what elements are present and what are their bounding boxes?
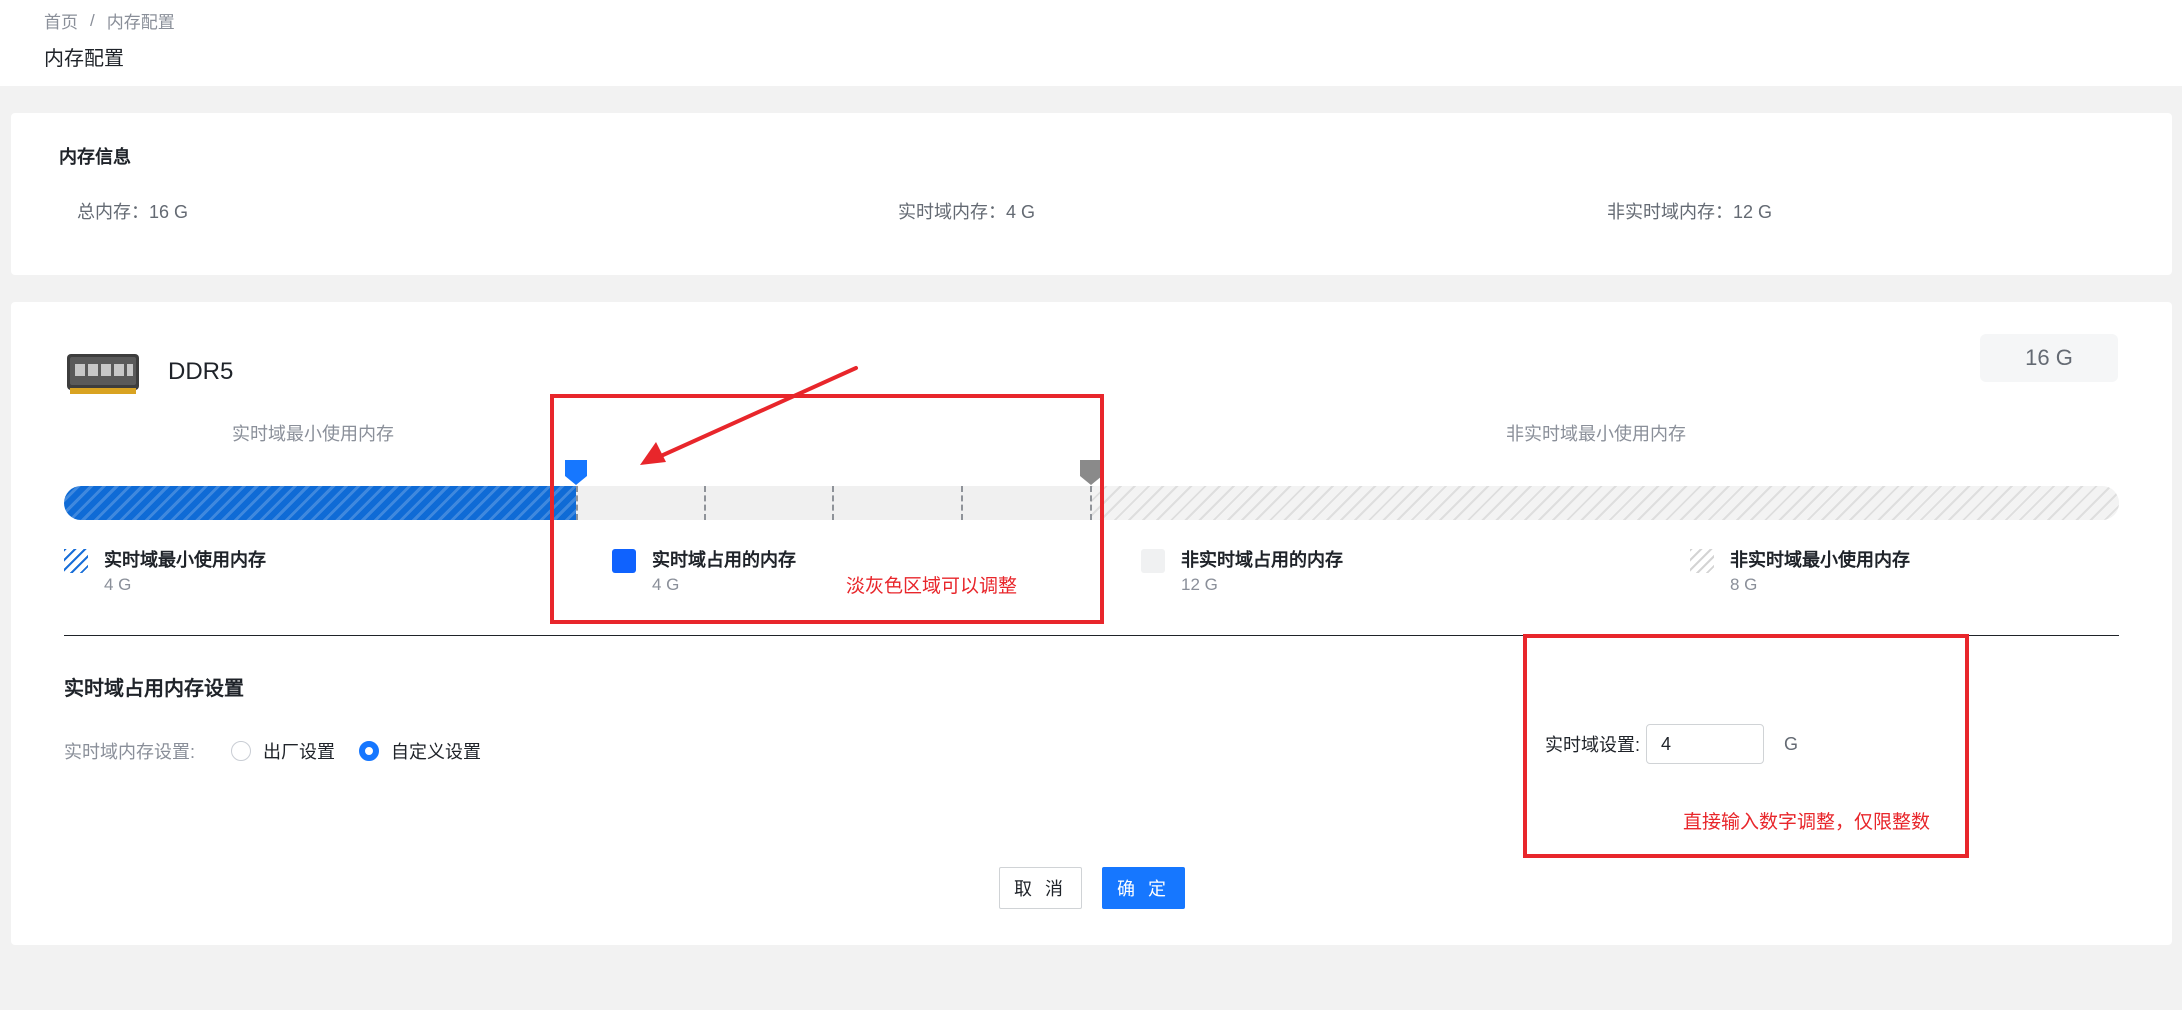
legend-value: 12 G: [1181, 575, 1218, 594]
radio-label: 自定义设置: [391, 742, 482, 762]
radio-group-label: 实时域内存设置:: [64, 742, 196, 762]
annotation-arrow-icon: [640, 366, 858, 465]
realtime-min-bar-label: 实时域最小使用内存: [232, 424, 394, 444]
radio-label: 出厂设置: [263, 742, 336, 762]
legend-name: 实时域最小使用内存: [104, 550, 266, 570]
custom-setting-radio[interactable]: 自定义设置: [359, 738, 481, 764]
legend-value: 4 G: [104, 575, 132, 594]
legend-name: 非实时域占用的内存: [1181, 550, 1343, 570]
hatch-grey-swatch-icon: [1690, 549, 1714, 573]
non-realtime-memory-stat: 非实时域内存：12 G: [1607, 202, 1773, 222]
legend-item-non-realtime-min: 非实时域最小使用内存 8 G: [1690, 547, 1910, 597]
legend-value: 8 G: [1730, 575, 1758, 594]
breadcrumb-home[interactable]: 首页: [44, 8, 78, 33]
hatch-blue-swatch-icon: [64, 549, 88, 573]
annotation-input-note: 直接输入数字调整，仅限整数: [1683, 812, 1931, 833]
cancel-button[interactable]: 取 消: [999, 867, 1082, 909]
total-memory-badge: 16 G: [1980, 334, 2118, 382]
legend-item-non-realtime-used: 非实时域占用的内存 12 G: [1141, 547, 1343, 597]
memory-info-title: 内存信息: [59, 147, 131, 167]
legend-item-realtime-min: 实时域最小使用内存 4 G: [64, 547, 266, 597]
breadcrumb-current: 内存配置: [106, 13, 175, 32]
non-realtime-min-bar-label: 非实时域最小使用内存: [1506, 424, 1686, 444]
memory-info-card: 内存信息 总内存：16 G 实时域内存：4 G 非实时域内存：12 G: [11, 113, 2172, 275]
settings-section-title: 实时域占用内存设置: [64, 678, 244, 700]
breadcrumb-separator: /: [90, 10, 95, 30]
factory-setting-radio[interactable]: 出厂设置: [231, 738, 335, 764]
realtime-min-segment: [64, 486, 576, 520]
radio-checked-icon: [359, 741, 380, 761]
legend-name: 非实时域最小使用内存: [1730, 550, 1910, 570]
non-realtime-min-segment: [1091, 486, 2119, 520]
breadcrumb: 首页 / 内存配置: [44, 8, 175, 33]
realtime-memory-stat: 实时域内存：4 G: [898, 202, 1036, 222]
memory-type-label: DDR5: [168, 358, 234, 385]
radio-unchecked-icon: [231, 741, 252, 761]
realtime-memory-mode-group: 实时域内存设置: 出厂设置 自定义设置: [64, 738, 505, 764]
annotation-bar-note: 淡灰色区域可以调整: [846, 576, 1018, 597]
confirm-button[interactable]: 确 定: [1102, 867, 1185, 909]
total-memory-stat: 总内存：16 G: [77, 202, 189, 222]
ram-module-icon: [67, 354, 139, 394]
page-title: 内存配置: [44, 48, 124, 70]
page-header: 首页 / 内存配置 内存配置: [0, 0, 2182, 86]
solid-grey-swatch-icon: [1141, 549, 1165, 573]
